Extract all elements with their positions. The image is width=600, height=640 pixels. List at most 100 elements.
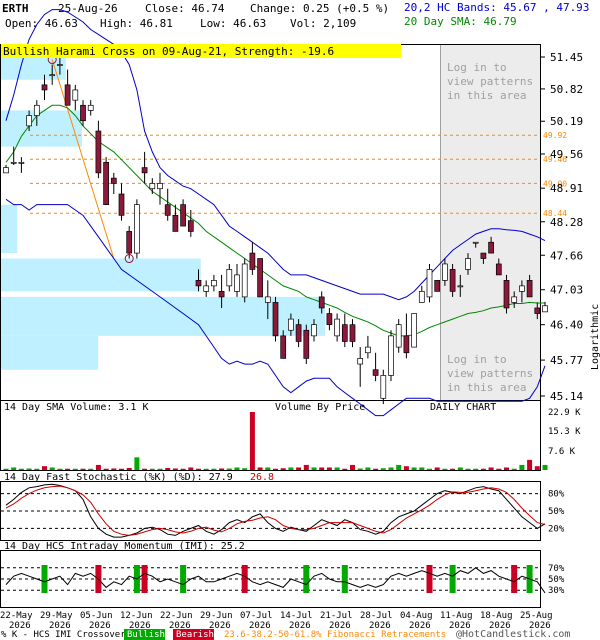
volume-bar-37 (288, 467, 294, 470)
date: 25-Aug-26 (58, 2, 118, 15)
volume-bar-26 (203, 468, 209, 470)
volume-bar-5 (42, 466, 47, 470)
login-note-top-2: view patterns (447, 75, 533, 88)
volume-bar-25 (196, 468, 201, 470)
stoch-tick-0: 80% (548, 490, 565, 500)
x-label-13: 25-Aug (520, 611, 553, 621)
volume-bar-10 (80, 468, 86, 470)
candle-4 (33, 104, 40, 116)
candle-31 (241, 263, 248, 298)
y-tick-0: 51.45 (550, 51, 583, 64)
candle-9 (72, 89, 79, 101)
volume-bar-32 (249, 412, 255, 470)
candle-58 (449, 269, 456, 292)
candle-6 (49, 74, 56, 77)
volume-bar-41 (319, 467, 325, 470)
volume-bar-44 (342, 468, 348, 470)
volume-bar-35 (273, 468, 278, 470)
volume-bar-8 (65, 468, 71, 470)
volume-bar-14 (111, 468, 117, 470)
volume-bar-48 (373, 468, 379, 470)
volume-bar-55 (427, 468, 432, 470)
volume-bar-0 (3, 468, 9, 470)
candle-3 (26, 115, 32, 127)
volume-bar-4 (34, 468, 40, 470)
y-tick-10: 45.14 (550, 390, 583, 403)
crossover-5 (241, 565, 248, 593)
candle-29 (226, 269, 233, 287)
close-value: Close: 46.74 (145, 2, 225, 15)
candle-13 (103, 161, 109, 205)
y-tick-4: 48.91 (550, 182, 583, 195)
volume-bar-53 (411, 467, 417, 470)
low-value: Low: 46.63 (200, 17, 266, 30)
candle-50 (388, 335, 394, 376)
candle-59 (457, 285, 464, 288)
candle-34 (264, 296, 271, 303)
volume-bar-9 (72, 468, 78, 470)
candle-35 (272, 302, 279, 337)
login-note-bottom-1: Log in to (447, 353, 507, 366)
candle-23 (180, 204, 186, 227)
crossover-4 (180, 565, 187, 593)
volume-bar-50 (388, 467, 394, 470)
y-tick-8: 46.40 (550, 319, 583, 332)
volume-bar-52 (403, 466, 409, 470)
candle-48 (372, 369, 379, 376)
volume-bar-27 (211, 468, 217, 470)
candle-68 (526, 280, 533, 298)
vol-value: Vol: 2,109 (290, 17, 356, 30)
volume-bar-54 (419, 467, 425, 470)
x-label-7: 14-Jul (280, 611, 313, 621)
candle-70 (542, 305, 548, 313)
candle-46 (357, 358, 364, 365)
candle-49 (380, 375, 387, 399)
candle-0 (3, 167, 9, 174)
candle-60 (465, 258, 471, 270)
log-axis-label: Logarithmic (590, 304, 600, 370)
x-label-4: 22-Jun (160, 611, 193, 621)
volume-bar-11 (88, 468, 94, 470)
crossover-3 (141, 565, 148, 593)
pattern-banner-text: Bullish Harami Cross on 09-Aug-21, Stren… (3, 45, 334, 58)
candle-11 (87, 104, 94, 111)
daily-chart-label: DAILY CHART (430, 402, 496, 413)
login-note-bottom-2: view patterns (447, 367, 533, 380)
candle-56 (434, 280, 441, 292)
volume-bar-20 (157, 468, 163, 470)
y-tick-2: 50.19 (550, 115, 583, 128)
volume-bar-68 (527, 459, 533, 470)
candle-20 (157, 183, 163, 190)
volume-bar-66 (511, 468, 517, 470)
stock-chart: ERTH 25-Aug-26 Close: 46.74 Change: 0.25… (0, 1, 600, 640)
volume-bar-6 (49, 467, 55, 470)
candle-54 (418, 291, 425, 303)
volume-bar-45 (350, 464, 355, 470)
y-tick-6: 47.66 (550, 249, 583, 262)
vbp-row-5 (1, 335, 99, 370)
stochastic-label: 14 Day Fast Stochastic (%K) (%D): 27.9 (4, 472, 233, 483)
high-value: High: 46.81 (100, 17, 173, 30)
candle-65 (503, 280, 510, 309)
volume-bar-39 (303, 464, 309, 470)
candle-10 (80, 104, 86, 122)
imi-tick-1: 50% (548, 575, 565, 585)
volume-bar-13 (103, 468, 109, 470)
login-note-top-1: Log in to (447, 61, 507, 74)
volume-bar-47 (365, 467, 371, 470)
stoch-tick-1: 50% (548, 507, 565, 517)
crossover-10 (511, 565, 518, 593)
crossover-8 (426, 565, 433, 593)
volume-bar-63 (488, 467, 494, 470)
y-tick-3: 49.56 (550, 148, 583, 161)
imi-tick-0: 70% (548, 564, 565, 574)
volume-bar-46 (357, 468, 363, 470)
copyright: @HotCandlestick.com (456, 629, 570, 640)
volume-bar-30 (234, 467, 240, 470)
volume-bar-18 (142, 468, 148, 470)
candle-39 (303, 329, 310, 359)
x-label-1: 29-May (40, 611, 73, 621)
x-label-2: 05-Jun (80, 611, 113, 621)
bands-value: 20,2 HC Bands: 45.67 , 47.93 (404, 1, 589, 14)
candle-33 (257, 258, 263, 298)
